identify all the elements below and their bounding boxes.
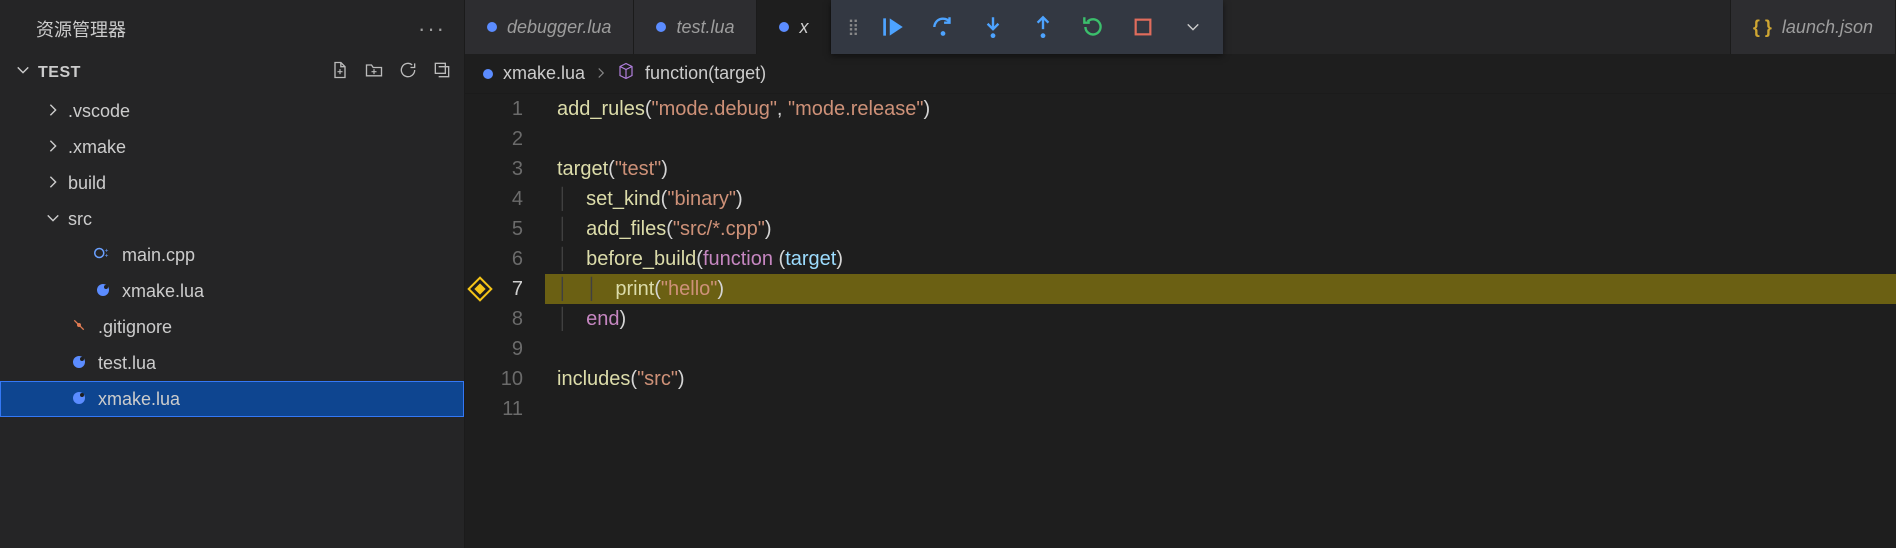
- lua-icon: [92, 281, 114, 302]
- editor-area: debugger.lua test.lua x ⣿: [465, 0, 1896, 548]
- code-line[interactable]: includes("src"): [545, 364, 1896, 394]
- explorer-sidebar: 资源管理器 ··· TEST .: [0, 0, 465, 548]
- folder-node[interactable]: .xmake: [0, 129, 464, 165]
- tab-label: debugger.lua: [507, 17, 611, 38]
- new-file-icon[interactable]: [330, 60, 350, 85]
- restart-button[interactable]: [1079, 13, 1107, 41]
- explorer-title: 资源管理器: [36, 16, 126, 42]
- chevron-right-icon: [44, 101, 62, 122]
- drag-handle-icon[interactable]: ⣿: [847, 17, 857, 37]
- braces-icon: { }: [1753, 17, 1772, 38]
- explorer-section-label: TEST: [38, 64, 81, 82]
- node-label: test.lua: [98, 353, 156, 374]
- new-folder-icon[interactable]: [364, 60, 384, 85]
- code-line[interactable]: │ end): [545, 304, 1896, 334]
- chevron-down-icon: [16, 63, 30, 82]
- editor-tab[interactable]: x: [757, 0, 831, 54]
- breadcrumb-symbol: function(target): [645, 63, 766, 84]
- node-label: xmake.lua: [122, 281, 204, 302]
- refresh-icon[interactable]: [398, 60, 418, 85]
- step-out-button[interactable]: [1029, 13, 1057, 41]
- code-line[interactable]: add_rules("mode.debug", "mode.release"): [545, 94, 1896, 124]
- file-node[interactable]: test.lua: [0, 345, 464, 381]
- toolbar-chevron-down-icon[interactable]: [1179, 13, 1207, 41]
- file-node[interactable]: xmake.lua: [0, 381, 464, 417]
- chevron-right-icon: [44, 137, 62, 158]
- lua-icon: [656, 22, 666, 32]
- continue-button[interactable]: [879, 13, 907, 41]
- code-line[interactable]: │ │ print("hello"): [545, 274, 1896, 304]
- folder-node[interactable]: build: [0, 165, 464, 201]
- folder-node[interactable]: src: [0, 201, 464, 237]
- explorer-actions: [330, 60, 452, 85]
- explorer-title-row: 资源管理器 ···: [0, 4, 464, 54]
- step-into-button[interactable]: [979, 13, 1007, 41]
- file-tree: .vscode .xmake build src++ main.cpp xmake.lua…: [0, 91, 464, 425]
- collapse-all-icon[interactable]: [432, 60, 452, 85]
- node-label: .vscode: [68, 101, 130, 122]
- file-node[interactable]: ++ main.cpp: [0, 237, 464, 273]
- code-line[interactable]: │ before_build(function (target): [545, 244, 1896, 274]
- line-number-gutter: 1234567891011: [465, 94, 545, 548]
- node-label: main.cpp: [122, 245, 195, 266]
- tab-label: test.lua: [676, 17, 734, 38]
- chevron-right-icon: [44, 173, 62, 194]
- breadcrumb[interactable]: xmake.lua function(target): [465, 54, 1896, 94]
- more-icon[interactable]: ···: [418, 24, 446, 34]
- step-over-button[interactable]: [929, 13, 957, 41]
- code-editor[interactable]: 1234567891011 add_rules("mode.debug", "m…: [465, 94, 1896, 548]
- lua-icon: [68, 389, 90, 410]
- chevron-right-icon: [595, 63, 607, 84]
- breadcrumb-file: xmake.lua: [503, 63, 585, 84]
- code-line[interactable]: │ add_files("src/*.cpp"): [545, 214, 1896, 244]
- cpp-icon: ++: [92, 244, 114, 267]
- lua-icon: [487, 22, 497, 32]
- lua-icon: [483, 69, 493, 79]
- node-label: xmake.lua: [98, 389, 180, 410]
- stop-button[interactable]: [1129, 13, 1157, 41]
- chevron-down-icon: [44, 209, 62, 230]
- folder-node[interactable]: .vscode: [0, 93, 464, 129]
- tab-launch-json[interactable]: { } launch.json: [1730, 0, 1896, 54]
- file-node[interactable]: xmake.lua: [0, 273, 464, 309]
- editor-tab[interactable]: test.lua: [634, 0, 757, 54]
- code-line[interactable]: │ set_kind("binary"): [545, 184, 1896, 214]
- svg-text:+: +: [105, 252, 109, 259]
- node-label: build: [68, 173, 106, 194]
- symbol-icon: [617, 62, 635, 85]
- git-icon: [68, 317, 90, 338]
- debug-toolbar[interactable]: ⣿: [831, 0, 1223, 54]
- code-line[interactable]: target("test"): [545, 154, 1896, 184]
- editor-tab[interactable]: debugger.lua: [465, 0, 634, 54]
- code-content[interactable]: add_rules("mode.debug", "mode.release") t…: [545, 94, 1896, 548]
- node-label: src: [68, 209, 92, 230]
- explorer-section-header[interactable]: TEST: [0, 54, 464, 91]
- code-line[interactable]: [545, 124, 1896, 154]
- editor-tabs: debugger.lua test.lua x ⣿: [465, 0, 1896, 54]
- tab-label: x: [799, 17, 808, 38]
- code-line[interactable]: [545, 394, 1896, 424]
- code-line[interactable]: [545, 334, 1896, 364]
- lua-icon: [779, 22, 789, 32]
- tab-label: launch.json: [1782, 17, 1873, 38]
- node-label: .xmake: [68, 137, 126, 158]
- lua-icon: [68, 353, 90, 374]
- file-node[interactable]: .gitignore: [0, 309, 464, 345]
- node-label: .gitignore: [98, 317, 172, 338]
